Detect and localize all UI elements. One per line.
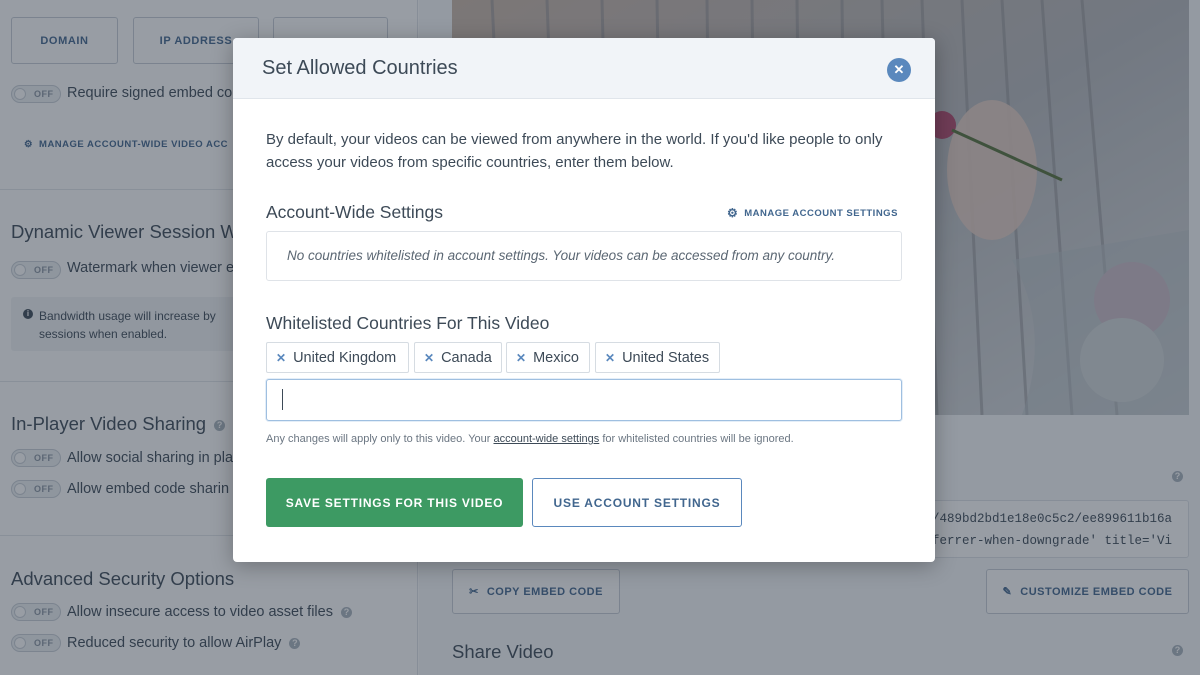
account-wide-settings-title: Account-Wide Settings bbox=[266, 202, 444, 222]
modal-intro-text: By default, your videos can be viewed fr… bbox=[266, 131, 883, 171]
close-icon[interactable]: ✕ bbox=[887, 58, 911, 82]
country-tag-label: United States bbox=[622, 349, 710, 366]
country-tag-label: Mexico bbox=[533, 349, 579, 366]
remove-tag-icon[interactable]: ✕ bbox=[516, 351, 526, 365]
text-caret bbox=[282, 389, 283, 410]
gear-icon: ⚙ bbox=[727, 206, 739, 220]
remove-tag-icon[interactable]: ✕ bbox=[424, 351, 434, 365]
use-account-settings-button[interactable]: USE ACCOUNT SETTINGS bbox=[532, 478, 742, 527]
country-tag: ✕ Canada bbox=[414, 342, 502, 373]
save-settings-button[interactable]: SAVE SETTINGS FOR THIS VIDEO bbox=[266, 478, 523, 527]
account-wide-settings-link[interactable]: account-wide settings bbox=[493, 433, 599, 445]
remove-tag-icon[interactable]: ✕ bbox=[605, 351, 615, 365]
country-tag: ✕ Mexico bbox=[506, 342, 590, 373]
account-notice-box: No countries whitelisted in account sett… bbox=[266, 231, 902, 281]
manage-account-settings-link[interactable]: ⚙ MANAGE ACCOUNT SETTINGS bbox=[727, 206, 898, 220]
country-tag: ✕ United Kingdom bbox=[266, 342, 409, 373]
country-tag-label: United Kingdom bbox=[293, 349, 397, 366]
modal-title: Set Allowed Countries bbox=[262, 57, 458, 79]
country-hint-text: Any changes will apply only to this vide… bbox=[266, 433, 794, 445]
manage-account-settings-label: MANAGE ACCOUNT SETTINGS bbox=[744, 207, 898, 219]
country-search-input[interactable] bbox=[266, 379, 902, 421]
hint-text-before: Any changes will apply only to this vide… bbox=[266, 433, 494, 445]
set-allowed-countries-modal: Set Allowed Countries ✕ By default, your… bbox=[233, 38, 935, 562]
hint-text-after: for whitelisted countries will be ignore… bbox=[599, 433, 794, 445]
whitelisted-countries-title: Whitelisted Countries For This Video bbox=[266, 313, 550, 333]
modal-header: Set Allowed Countries ✕ bbox=[233, 38, 935, 99]
account-notice-text: No countries whitelisted in account sett… bbox=[287, 248, 836, 263]
country-tag: ✕ United States bbox=[595, 342, 720, 373]
country-tag-label: Canada bbox=[441, 349, 492, 366]
remove-tag-icon[interactable]: ✕ bbox=[276, 351, 286, 365]
